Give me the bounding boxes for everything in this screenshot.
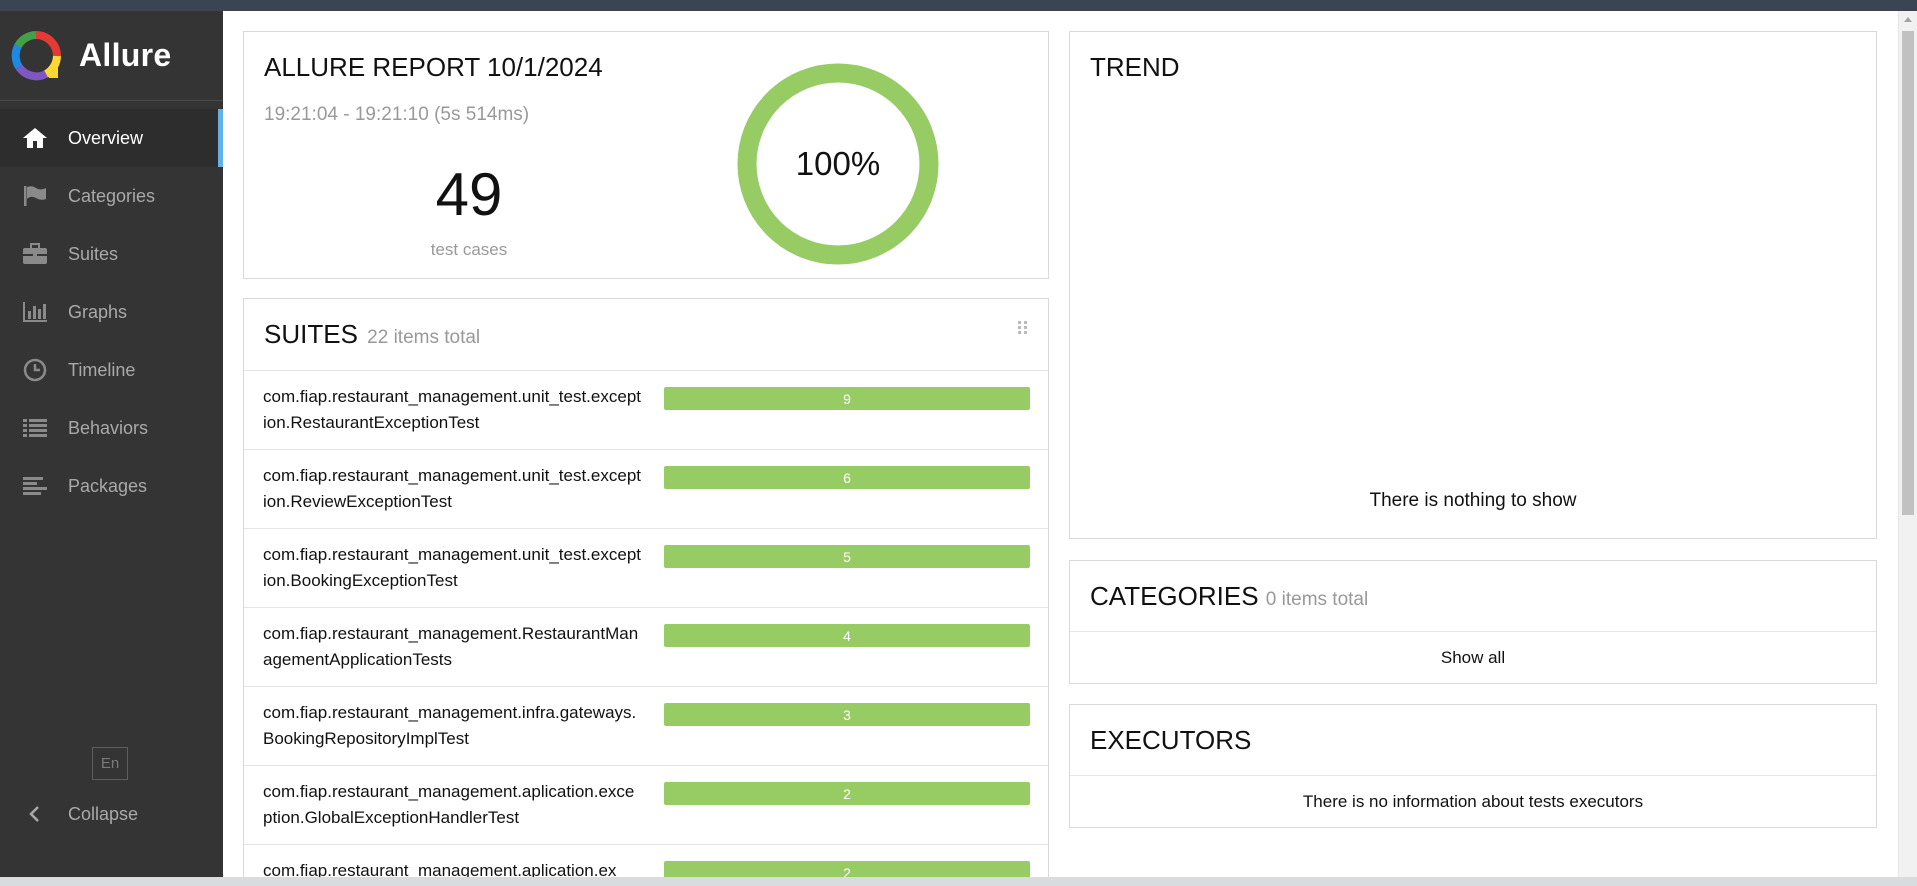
nav-item-timeline[interactable]: Timeline [0, 341, 223, 399]
suite-row[interactable]: com.fiap.restaurant_management.unit_test… [244, 529, 1048, 608]
categories-header: CATEGORIES 0 items total [1070, 561, 1876, 632]
nav-item-label: Timeline [68, 359, 136, 380]
suite-row[interactable]: com.fiap.restaurant_management.unit_test… [244, 371, 1048, 450]
drag-handle-icon[interactable] [1017, 320, 1029, 336]
home-icon [21, 126, 49, 150]
nav-item-packages[interactable]: Packages [0, 457, 223, 515]
executors-widget: EXECUTORS There is no information about … [1069, 704, 1877, 828]
suite-row[interactable]: com.fiap.restaurant_management.Restauran… [244, 608, 1048, 687]
suite-row[interactable]: com.fiap.restaurant_management.aplicatio… [244, 766, 1048, 845]
suite-passed-bar: 6 [664, 466, 1030, 489]
brand-name: Allure [79, 37, 172, 73]
suite-passed-bar: 3 [664, 703, 1030, 726]
suite-name: com.fiap.restaurant_management.unit_test… [263, 466, 641, 511]
nav-item-label: Graphs [68, 301, 128, 322]
suite-name: com.fiap.restaurant_management.aplicatio… [263, 861, 617, 877]
suite-name: com.fiap.restaurant_management.aplicatio… [263, 782, 635, 827]
suite-passed-bar: 9 [664, 387, 1030, 410]
report-time-range: 19:21:04 - 19:21:10 (5s 514ms) [264, 104, 530, 125]
pass-rate-label: 100% [795, 145, 881, 182]
suites-title: SUITES 22 items total [264, 319, 480, 350]
browser-bottom-bar [0, 877, 1917, 886]
bar-chart-icon [21, 300, 49, 324]
language-button[interactable]: En [92, 747, 128, 780]
suite-passed-bar: 2 [664, 782, 1030, 805]
trend-widget: TREND There is nothing to show [1069, 31, 1877, 539]
brand[interactable]: Allure [0, 11, 223, 101]
summary-widget: ALLURE REPORT 10/1/2024 19:21:04 - 19:21… [243, 31, 1049, 279]
nav-item-label: Categories [68, 185, 156, 206]
trend-empty-message: There is nothing to show [1369, 490, 1577, 511]
page-scrollbar[interactable] [1898, 11, 1917, 877]
suite-row[interactable]: com.fiap.restaurant_management.aplicatio… [244, 845, 1048, 877]
nav-item-overview[interactable]: Overview [0, 109, 223, 167]
collapse-button[interactable]: Collapse [21, 794, 138, 834]
suites-count: 22 items total [367, 327, 481, 348]
nav-item-label: Overview [68, 127, 144, 148]
nav-item-label: Suites [68, 243, 119, 264]
align-left-icon [21, 474, 49, 498]
browser-top-bar [0, 0, 1917, 11]
suite-name: com.fiap.restaurant_management.infra.gat… [263, 703, 637, 748]
suite-passed-bar: 2 [664, 861, 1030, 877]
executors-title: EXECUTORS [1090, 725, 1252, 755]
trend-title: TREND [1090, 52, 1180, 82]
main-nav: Overview Categories Suites Graphs Timeli… [0, 109, 223, 515]
test-case-count: 49 [435, 161, 503, 228]
nav-item-label: Behaviors [68, 417, 149, 438]
flag-icon [21, 184, 49, 208]
executors-header: EXECUTORS [1070, 705, 1876, 776]
main-content: ALLURE REPORT 10/1/2024 19:21:04 - 19:21… [223, 11, 1898, 877]
suite-name: com.fiap.restaurant_management.unit_test… [263, 387, 641, 432]
briefcase-icon [21, 242, 49, 266]
test-case-label: test cases [430, 240, 508, 259]
nav-item-graphs[interactable]: Graphs [0, 283, 223, 341]
categories-title: CATEGORIES 0 items total [1090, 581, 1368, 612]
suites-title-text: SUITES [264, 319, 358, 349]
list-icon [21, 416, 49, 440]
categories-widget: CATEGORIES 0 items total Show all [1069, 560, 1877, 684]
nav-item-categories[interactable]: Categories [0, 167, 223, 225]
suite-name: com.fiap.restaurant_management.unit_test… [263, 545, 641, 590]
executors-empty-message: There is no information about tests exec… [1302, 792, 1644, 811]
suite-name: com.fiap.restaurant_management.Restauran… [263, 624, 639, 669]
categories-count: 0 items total [1265, 589, 1369, 610]
allure-logo-icon [11, 30, 61, 80]
suite-passed-bar: 5 [664, 545, 1030, 568]
suites-header: SUITES 22 items total [244, 299, 1048, 371]
scroll-up-arrow-icon[interactable] [1904, 17, 1912, 22]
categories-title-text: CATEGORIES [1090, 581, 1259, 611]
show-all-link[interactable]: Show all [1070, 632, 1876, 684]
suite-passed-bar: 4 [664, 624, 1030, 647]
chevron-left-icon [21, 802, 49, 826]
scrollbar-thumb[interactable] [1902, 31, 1914, 515]
nav-item-label: Packages [68, 475, 148, 496]
sidebar: Allure Overview Categories Suites Graphs [0, 11, 223, 877]
suite-row[interactable]: com.fiap.restaurant_management.unit_test… [244, 450, 1048, 529]
suite-row[interactable]: com.fiap.restaurant_management.infra.gat… [244, 687, 1048, 766]
nav-item-suites[interactable]: Suites [0, 225, 223, 283]
nav-item-behaviors[interactable]: Behaviors [0, 399, 223, 457]
clock-icon [21, 358, 49, 382]
suites-widget: SUITES 22 items total com.fiap.restauran… [243, 298, 1049, 877]
report-title: ALLURE REPORT 10/1/2024 [264, 52, 603, 82]
collapse-label: Collapse [68, 803, 139, 824]
